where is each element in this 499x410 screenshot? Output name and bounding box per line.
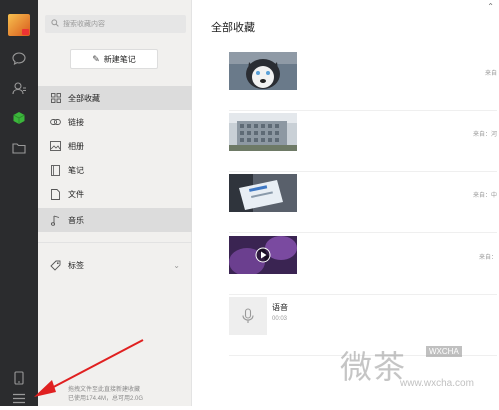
window-control-icon[interactable]: ⌃	[487, 2, 494, 11]
grid-icon	[50, 93, 61, 104]
nav-item-files[interactable]: 文件	[38, 182, 192, 206]
chat-icon[interactable]	[0, 46, 38, 70]
nav-item-all-favorites[interactable]: 全部收藏	[38, 86, 192, 110]
left-icon-rail	[0, 0, 38, 406]
search-placeholder: 搜索收藏内容	[63, 21, 105, 28]
watermark-url: www.wxcha.com	[400, 378, 474, 389]
favorites-sidebar: 搜索收藏内容 ✎ 新建笔记 全部收藏 链接 相册 笔记 文件 音乐 标签 ⌄ 拖…	[38, 0, 192, 406]
nav-item-notes[interactable]: 笔记	[38, 158, 192, 182]
storage-info: 拖拽文件至此直接新建收藏 已使用174.4M，总可用2.0G	[68, 386, 192, 404]
page-title: 全部收藏	[211, 22, 255, 34]
video-thumbnail	[229, 236, 297, 274]
watermark-badge: WXCHA	[426, 346, 462, 357]
source-label: 来自	[484, 71, 497, 77]
search-icon	[51, 19, 59, 29]
voice-duration: 00:03	[272, 316, 288, 322]
husky-thumbnail	[229, 52, 297, 90]
nav-item-links[interactable]: 链接	[38, 110, 192, 134]
avatar[interactable]	[8, 14, 30, 36]
contacts-icon[interactable]	[0, 76, 38, 100]
chevron-down-icon[interactable]: ⌄	[173, 261, 180, 270]
tag-icon	[50, 260, 61, 271]
nav-item-label: 音乐	[68, 215, 84, 225]
favorites-cube-icon[interactable]	[0, 106, 38, 130]
list-item[interactable]: 来自：	[229, 236, 497, 295]
nav-item-album[interactable]: 相册	[38, 134, 192, 158]
list-item[interactable]: 来自：河	[229, 113, 497, 172]
watermark-logo: 微茶 WXCHA www.wxcha.com	[340, 338, 499, 398]
note-icon	[50, 164, 61, 176]
app-window: 搜索收藏内容 ✎ 新建笔记 全部收藏 链接 相册 笔记 文件 音乐 标签 ⌄ 拖…	[0, 0, 497, 406]
drag-hint: 拖拽文件至此直接新建收藏	[68, 387, 141, 393]
link-icon	[50, 117, 61, 128]
menu-icon[interactable]	[0, 386, 38, 410]
list-item[interactable]: 来自	[229, 52, 497, 111]
nav-item-music[interactable]: 音乐	[38, 208, 192, 232]
avatar-badge	[22, 29, 29, 35]
nav-item-label: 全部收藏	[68, 93, 100, 103]
music-icon	[50, 215, 61, 226]
pen-icon: ✎	[92, 53, 100, 64]
list-item[interactable]: 来自：中	[229, 174, 497, 233]
storage-usage: 已使用174.4M，总可用2.0G	[68, 396, 144, 402]
nav-item-tags[interactable]: 标签 ⌄	[38, 253, 192, 277]
nav-item-label: 笔记	[68, 165, 84, 175]
nav-item-label: 标签	[68, 260, 84, 270]
new-note-button[interactable]: ✎ 新建笔记	[70, 49, 158, 69]
file-icon	[50, 188, 61, 200]
search-input[interactable]: 搜索收藏内容	[45, 15, 186, 33]
source-label: 来自：中	[472, 193, 497, 199]
card-photo-thumbnail	[229, 174, 297, 212]
voice-title: 语音	[272, 303, 288, 312]
image-icon	[50, 141, 61, 152]
folder-icon[interactable]	[0, 136, 38, 160]
new-note-label: 新建笔记	[103, 54, 136, 64]
nav-divider	[38, 242, 192, 243]
nav-item-label: 文件	[68, 189, 84, 199]
nav-item-label: 相册	[68, 141, 84, 151]
watermark-text: 微茶	[340, 348, 407, 386]
microphone-icon	[229, 297, 267, 335]
source-label: 来自：	[478, 255, 497, 261]
building-thumbnail	[229, 113, 297, 151]
nav-item-label: 链接	[68, 117, 84, 127]
source-label: 来自：河	[472, 132, 497, 138]
